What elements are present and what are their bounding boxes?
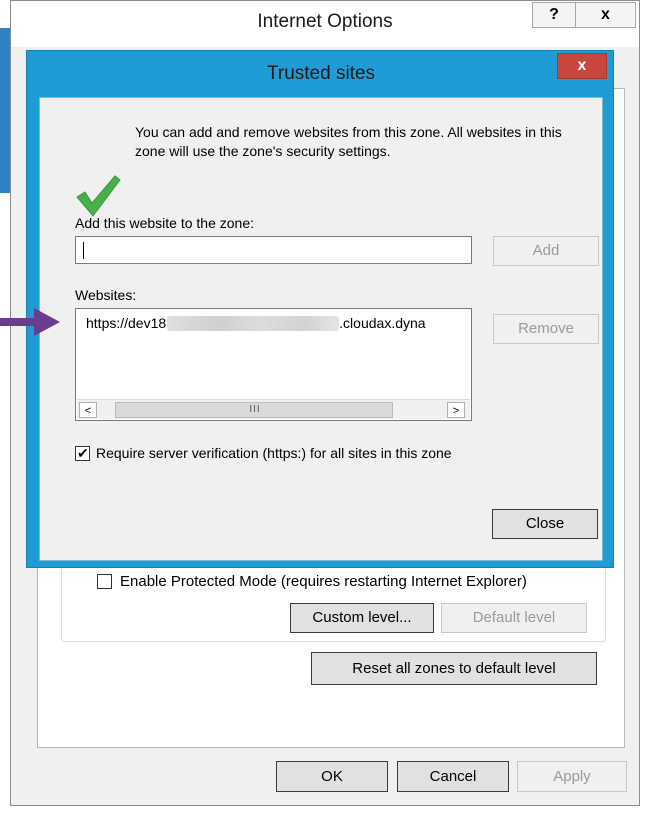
websites-list[interactable]: https://dev18 .cloudax.dyna < III >	[75, 308, 472, 421]
apply-button: Apply	[517, 761, 627, 792]
dialog-close-icon[interactable]: x	[557, 53, 607, 79]
add-button: Add	[493, 236, 599, 266]
scroll-grip-icon: III	[249, 404, 261, 415]
check-icon: ✔	[77, 445, 89, 461]
cancel-button[interactable]: Cancel	[397, 761, 509, 792]
list-item[interactable]: https://dev18 .cloudax.dyna	[86, 315, 426, 331]
reset-all-zones-button[interactable]: Reset all zones to default level	[311, 652, 597, 685]
scroll-left-icon[interactable]: <	[79, 402, 97, 418]
scroll-thumb[interactable]: III	[115, 402, 393, 418]
trusted-sites-dialog: Trusted sites x You can add and remove w…	[26, 50, 614, 568]
text-caret	[83, 242, 84, 259]
default-level-button: Default level	[441, 603, 587, 633]
zone-info-text: You can add and remove websites from thi…	[135, 124, 562, 159]
custom-level-button[interactable]: Custom level...	[290, 603, 434, 633]
websites-label: Websites:	[75, 287, 137, 303]
scroll-right-icon[interactable]: >	[447, 402, 465, 418]
annotation-arrow-icon	[0, 308, 60, 336]
window-close-button[interactable]: x	[576, 2, 636, 28]
add-website-label: Add this website to the zone:	[75, 215, 254, 231]
protected-mode-label[interactable]: Enable Protected Mode (requires restarti…	[120, 573, 527, 590]
require-https-checkbox[interactable]: ✔	[75, 445, 90, 461]
close-button[interactable]: Close	[492, 509, 598, 539]
help-button[interactable]: ?	[532, 2, 576, 28]
ok-button[interactable]: OK	[276, 761, 388, 792]
website-url-prefix: https://dev18	[86, 315, 167, 331]
remove-button: Remove	[493, 314, 599, 344]
dialog-title: Trusted sites	[266, 63, 376, 84]
website-input[interactable]	[75, 236, 472, 264]
horizontal-scrollbar[interactable]: < III >	[77, 399, 470, 419]
dialog-body: You can add and remove websites from thi…	[39, 97, 603, 561]
website-url-suffix: .cloudax.dyna	[339, 315, 426, 331]
checkmark-icon	[76, 175, 121, 217]
protected-mode-checkbox[interactable]	[97, 574, 112, 589]
require-https-label[interactable]: Require server verification (https:) for…	[96, 445, 452, 461]
background-window-edge	[0, 28, 10, 193]
redacted-url-segment	[167, 316, 340, 331]
